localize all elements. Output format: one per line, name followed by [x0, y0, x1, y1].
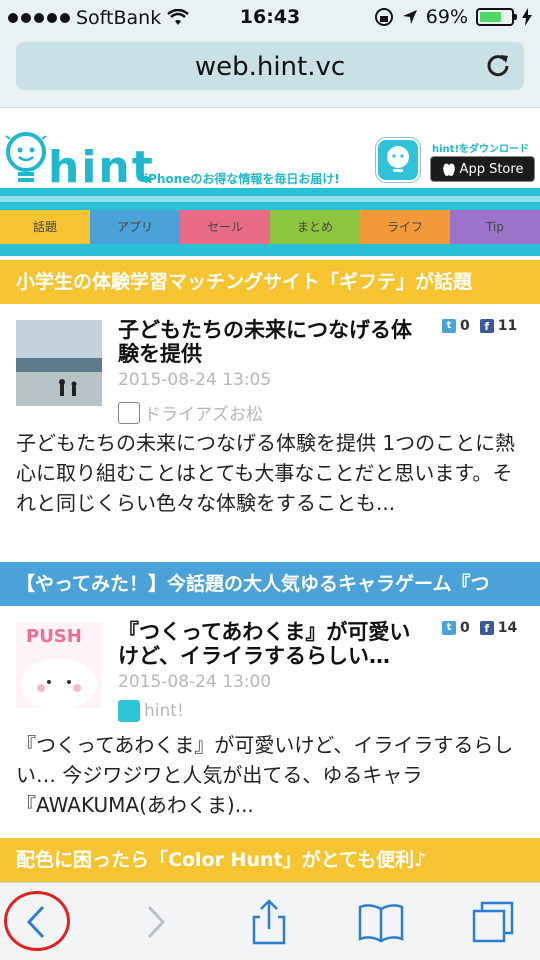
- facebook-count: f 11: [479, 318, 518, 334]
- app-icon[interactable]: [376, 138, 420, 182]
- author-name: ドライアズお松: [144, 405, 263, 425]
- article-title[interactable]: 子どもたちの未来につなげる体験を提供: [118, 318, 418, 366]
- site-logo[interactable]: hint: [4, 130, 155, 190]
- article-excerpt[interactable]: 『つくってあわくま』が可愛いけど、イライラするらしい… 今ジワジワと人気が出てる…: [16, 730, 524, 820]
- app-store-label: App Store: [459, 161, 524, 177]
- apple-icon: [442, 163, 455, 176]
- browser-address-area: web.hint.vc: [0, 36, 540, 108]
- reload-icon[interactable]: [484, 52, 512, 80]
- author-avatar-icon: [118, 401, 140, 424]
- article-item[interactable]: 子どもたちの未来につなげる体験を提供 t 0 f 11 2015-08-24 1…: [0, 304, 540, 562]
- article-banner[interactable]: 【やってみた！】今話題の大人気ゆるキャラゲーム『つ: [0, 562, 540, 606]
- article-excerpt[interactable]: 子どもたちの未来につなげる体験を提供 1つのことに熱心に取り組むことはとても大事…: [16, 428, 524, 518]
- tab-matome[interactable]: まとめ: [270, 210, 360, 244]
- article-title[interactable]: 『つくってあわくま』が可愛いけど、イライラするらしい…: [118, 620, 418, 668]
- article-thumbnail[interactable]: PUSH: [16, 622, 102, 708]
- category-tabs: 話題 アプリ セール まとめ ライフ Tip: [0, 210, 540, 244]
- forward-icon[interactable]: [130, 897, 180, 947]
- battery-percent: 69%: [425, 6, 468, 28]
- address-bar[interactable]: web.hint.vc: [16, 42, 524, 90]
- twitter-count-value: 0: [460, 620, 470, 636]
- download-label: hint!をダウンロード: [432, 144, 530, 155]
- article-banner[interactable]: 小学生の体験学習マッチングサイト「ギフテ」が話題: [0, 260, 540, 304]
- tabs-underline: [0, 244, 540, 256]
- share-counts: t 0 f 14: [442, 620, 517, 636]
- share-icon[interactable]: [244, 897, 294, 947]
- author-name: hint!: [144, 701, 184, 721]
- battery-icon: [476, 8, 517, 26]
- article-date: 2015-08-24 13:05: [118, 370, 272, 390]
- share-counts: t 0 f 11: [442, 318, 517, 334]
- status-bar: SoftBank 16:43 69%: [0, 0, 540, 36]
- twitter-count: t 0: [442, 620, 470, 636]
- browser-toolbar: [0, 882, 540, 960]
- logo-text: hint: [48, 142, 155, 193]
- facebook-icon: f: [479, 621, 494, 635]
- header-stripe: [0, 202, 540, 210]
- article-author: hint!: [118, 700, 184, 722]
- app-store-badge[interactable]: App Store: [430, 156, 535, 182]
- tab-life[interactable]: ライフ: [360, 210, 450, 244]
- article-thumbnail[interactable]: [16, 320, 102, 406]
- tabs-icon[interactable]: [468, 897, 518, 947]
- app-bulb-icon: [387, 146, 409, 172]
- facebook-count-value: 14: [497, 620, 518, 636]
- bookmarks-icon[interactable]: [356, 897, 406, 947]
- lightbulb-icon: [5, 132, 47, 182]
- location-arrow-icon: [402, 10, 417, 24]
- twitter-icon: t: [442, 621, 456, 635]
- tab-topics[interactable]: 話題: [0, 210, 90, 244]
- article-author: ドライアズお松: [118, 400, 263, 425]
- facebook-count-value: 11: [497, 318, 518, 334]
- twitter-count: t 0: [442, 318, 470, 334]
- author-avatar-icon: [118, 700, 140, 722]
- article-banner[interactable]: 配色に困ったら「Color Hunt」がとても便利♪: [0, 838, 540, 882]
- charging-bolt-icon: [522, 8, 532, 26]
- thumb-label: PUSH: [26, 626, 82, 647]
- rotation-lock-icon: [374, 8, 393, 26]
- twitter-count-value: 0: [460, 318, 470, 334]
- status-right: 69%: [374, 6, 532, 28]
- article-item[interactable]: PUSH 『つくってあわくま』が可愛いけど、イライラするらしい… t 0 f 1…: [0, 606, 540, 838]
- twitter-icon: t: [442, 319, 456, 333]
- tab-sale[interactable]: セール: [180, 210, 270, 244]
- tab-apps[interactable]: アプリ: [90, 210, 180, 244]
- highlight-circle: [4, 891, 70, 951]
- site-tagline: iPhoneのお得な情報を毎日お届け!: [144, 172, 340, 186]
- tab-tips[interactable]: Tip: [450, 210, 540, 244]
- header-stripe: [0, 188, 540, 196]
- url-text: web.hint.vc: [194, 52, 346, 82]
- facebook-count: f 14: [479, 620, 518, 636]
- facebook-icon: f: [479, 319, 494, 333]
- article-date: 2015-08-24 13:00: [118, 672, 272, 692]
